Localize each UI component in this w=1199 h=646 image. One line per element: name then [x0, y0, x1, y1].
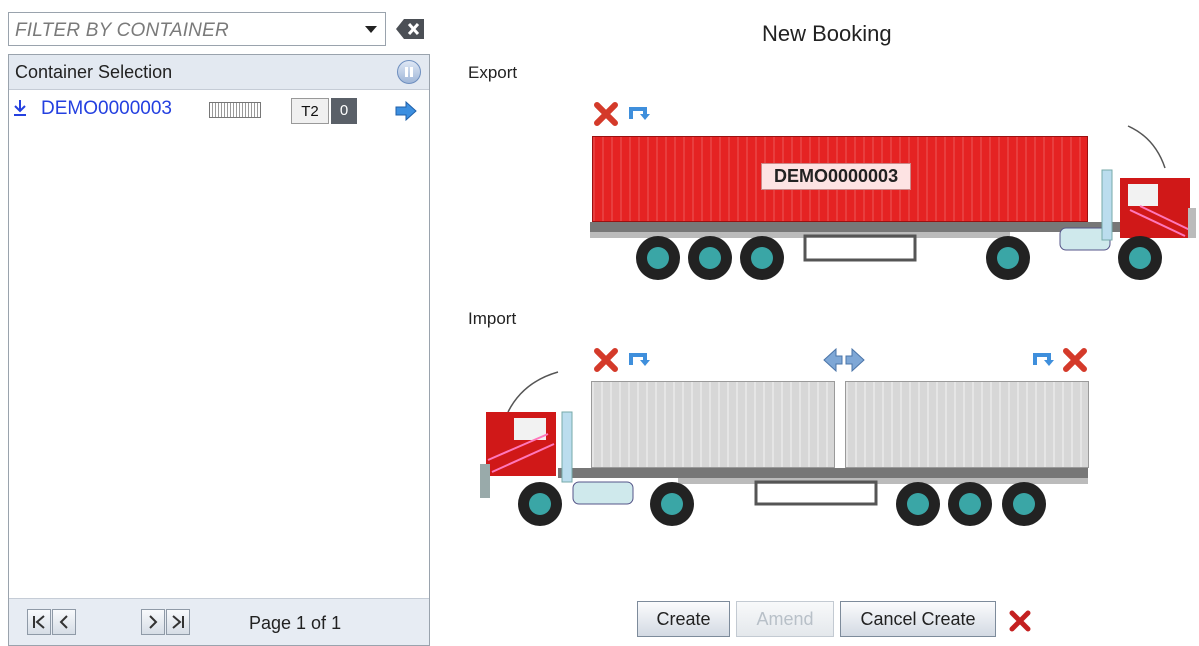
list-item[interactable]: DEMO0000003 T2 0	[9, 93, 429, 127]
container-id-link[interactable]: DEMO0000003	[41, 98, 172, 120]
import-container-slot-2[interactable]	[845, 381, 1089, 468]
next-page-button[interactable]	[141, 609, 165, 635]
import-container-slot-1[interactable]	[591, 381, 835, 468]
arrow-right-icon[interactable]	[395, 101, 417, 121]
panel-title: Container Selection	[15, 62, 173, 82]
page-title: New Booking	[762, 21, 892, 46]
page-indicator: Page 1 of 1	[249, 613, 342, 633]
first-page-button[interactable]	[27, 609, 51, 635]
chevron-right-icon	[149, 615, 158, 629]
pagination-bar: Page 1 of 1	[9, 598, 429, 645]
chevron-down-icon[interactable]	[365, 26, 377, 33]
last-page-icon	[172, 615, 184, 629]
container-filter-input[interactable]: FILTER BY CONTAINER	[8, 12, 386, 46]
count-badge: 0	[331, 98, 357, 124]
export-label: Export	[468, 63, 518, 82]
filter-placeholder: FILTER BY CONTAINER	[15, 20, 229, 41]
container-selection-panel: Container Selection DEMO0000003 T2 0 Pag…	[8, 54, 430, 646]
clear-filter-icon[interactable]	[394, 16, 426, 42]
close-icon[interactable]	[1008, 609, 1032, 633]
download-arrow-icon	[14, 100, 26, 116]
last-page-button[interactable]	[166, 609, 190, 635]
container-barcode	[209, 102, 261, 118]
tag-badge: T2	[291, 98, 329, 124]
first-page-icon	[33, 615, 45, 629]
amend-button[interactable]: Amend	[736, 601, 834, 637]
cancel-create-button[interactable]: Cancel Create	[840, 601, 996, 637]
pause-icon[interactable]	[397, 60, 421, 84]
export-container[interactable]: DEMO0000003	[592, 136, 1088, 222]
import-label: Import	[468, 309, 517, 328]
create-button[interactable]: Create	[637, 601, 730, 637]
previous-page-button[interactable]	[52, 609, 76, 635]
export-container-label: DEMO0000003	[761, 163, 912, 190]
chevron-left-icon	[59, 615, 68, 629]
panel-header: Container Selection	[9, 55, 429, 90]
